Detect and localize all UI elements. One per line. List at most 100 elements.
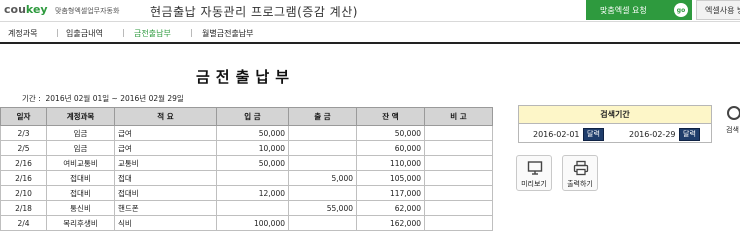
cell-description[interactable]: 접대 [114,170,217,186]
nav-separator: | [56,28,59,37]
column-header-deposit: 입 금 [216,107,289,126]
cell-date[interactable]: 2/4 [0,215,47,231]
custom-request-button[interactable]: 맞춤엑셀 요청 go [586,0,692,20]
printer-icon [573,160,589,176]
cell-balance[interactable]: 62,000 [356,200,425,216]
cell-withdrawal[interactable] [288,125,357,141]
cell-note[interactable] [424,215,493,231]
table-row[interactable]: 2/3 임금 급여 50,000 50,000 [0,125,493,141]
search-period-title: 검색기간 [519,106,711,124]
cell-deposit[interactable] [216,200,289,216]
cell-description[interactable]: 접대비 [114,185,217,201]
cell-balance[interactable]: 50,000 [356,125,425,141]
cell-balance[interactable]: 162,000 [356,215,425,231]
column-header-balance: 잔 액 [356,107,425,126]
cell-description[interactable]: 급여 [114,125,217,141]
table-row[interactable]: 2/10 접대비 접대비 12,000 117,000 [0,185,493,201]
period-text: 2016년 02월 01일 ~ 2016년 02월 29일 [45,94,184,103]
end-date-value[interactable]: 2016-02-29 [615,130,679,139]
logo-subtitle: 맞춤형엑셀업무자동화 [55,7,120,15]
cell-date[interactable]: 2/3 [0,125,47,141]
cell-account[interactable]: 접대비 [46,185,115,201]
column-header-withdrawal: 출 금 [288,107,357,126]
nav-bar: 계정과목 | 입출금내역 | 금전출납부 | 월별금전출납부 [0,22,740,44]
cell-withdrawal[interactable]: 55,000 [288,200,357,216]
start-date-field[interactable]: 2016-02-01 달력 [519,126,604,142]
manual-label: 엑셀사용 방 [705,5,740,15]
print-label: 출력하기 [567,180,593,188]
table-row[interactable]: 2/16 여비교통비 교통비 50,000 110,000 [0,155,493,171]
cell-description[interactable]: 급여 [114,140,217,156]
cell-account[interactable]: 통신비 [46,200,115,216]
go-icon: go [674,3,688,17]
period-label: 기간 : [22,94,41,103]
column-header-date: 일자 [0,107,47,126]
search-button[interactable]: 검색 [718,102,740,138]
column-header-note: 비 고 [424,107,493,126]
start-calendar-button[interactable]: 달력 [583,127,604,141]
manual-button[interactable]: 엑셀사용 방 [696,0,740,20]
cell-withdrawal[interactable] [288,155,357,171]
cell-note[interactable] [424,125,493,141]
table-row[interactable]: 2/4 복리후생비 식비 100,000 162,000 [0,215,493,231]
start-date-value[interactable]: 2016-02-01 [519,130,583,139]
cell-note[interactable] [424,140,493,156]
cell-withdrawal[interactable] [288,185,357,201]
cell-deposit[interactable]: 100,000 [216,215,289,231]
cell-date[interactable]: 2/10 [0,185,47,201]
cell-deposit[interactable]: 12,000 [216,185,289,201]
cell-note[interactable] [424,155,493,171]
preview-label: 미리보기 [521,180,547,188]
cell-withdrawal[interactable] [288,215,357,231]
search-period-panel: 검색기간 2016-02-01 달력 2016-02-29 달력 [518,105,712,143]
cell-account[interactable]: 임금 [46,140,115,156]
cell-description[interactable]: 식비 [114,215,217,231]
cell-account[interactable]: 복리후생비 [46,215,115,231]
column-header-description: 적 요 [114,107,217,126]
cell-note[interactable] [424,185,493,201]
table-row[interactable]: 2/5 임금 급여 10,000 60,000 [0,140,493,156]
cell-balance[interactable]: 105,000 [356,170,425,186]
cell-account[interactable]: 접대비 [46,170,115,186]
custom-request-label: 맞춤엑셀 요청 [600,5,647,15]
cell-deposit[interactable] [216,170,289,186]
period-line: 기간 : 2016년 02월 01일 ~ 2016년 02월 29일 [22,93,184,104]
cell-note[interactable] [424,200,493,216]
column-header-account: 계정과목 [46,107,115,126]
cell-date[interactable]: 2/16 [0,155,47,171]
cell-account[interactable]: 여비교통비 [46,155,115,171]
cell-date[interactable]: 2/5 [0,140,47,156]
nav-separator: | [122,28,125,37]
cell-note[interactable] [424,170,493,186]
cell-balance[interactable]: 110,000 [356,155,425,171]
end-date-field[interactable]: 2016-02-29 달력 [615,126,700,142]
tab-monthly-cashbook[interactable]: 월별금전출납부 [202,28,254,39]
print-button[interactable]: 출력하기 [562,155,598,191]
monitor-icon [527,161,543,175]
preview-button[interactable]: 미리보기 [516,155,552,191]
brand-logo: coukey [4,3,48,16]
logo-text-1: cou [4,3,26,16]
tab-accounts[interactable]: 계정과목 [8,28,37,39]
search-icon [727,106,740,120]
cell-withdrawal[interactable]: 5,000 [288,170,357,186]
table-row[interactable]: 2/16 접대비 접대 5,000 105,000 [0,170,493,186]
cell-withdrawal[interactable] [288,140,357,156]
title-bar: coukey 맞춤형엑셀업무자동화 현금출납 자동관리 프로그램(증감 계산) … [0,0,740,22]
cell-deposit[interactable]: 50,000 [216,155,289,171]
cell-balance[interactable]: 117,000 [356,185,425,201]
cell-date[interactable]: 2/18 [0,200,47,216]
cashbook-table: 일자 계정과목 적 요 입 금 출 금 잔 액 비 고 2/3 임금 급여 50… [0,107,493,231]
cell-deposit[interactable]: 10,000 [216,140,289,156]
cell-description[interactable]: 교통비 [114,155,217,171]
table-row[interactable]: 2/18 통신비 핸드폰 55,000 62,000 [0,200,493,216]
tab-cashbook[interactable]: 금전출납부 [134,28,171,39]
cell-account[interactable]: 임금 [46,125,115,141]
cell-description[interactable]: 핸드폰 [114,200,217,216]
cell-deposit[interactable]: 50,000 [216,125,289,141]
cell-balance[interactable]: 60,000 [356,140,425,156]
tab-transactions[interactable]: 입출금내역 [66,28,103,39]
end-calendar-button[interactable]: 달력 [679,127,700,141]
logo-text-2: key [25,3,48,16]
cell-date[interactable]: 2/16 [0,170,47,186]
